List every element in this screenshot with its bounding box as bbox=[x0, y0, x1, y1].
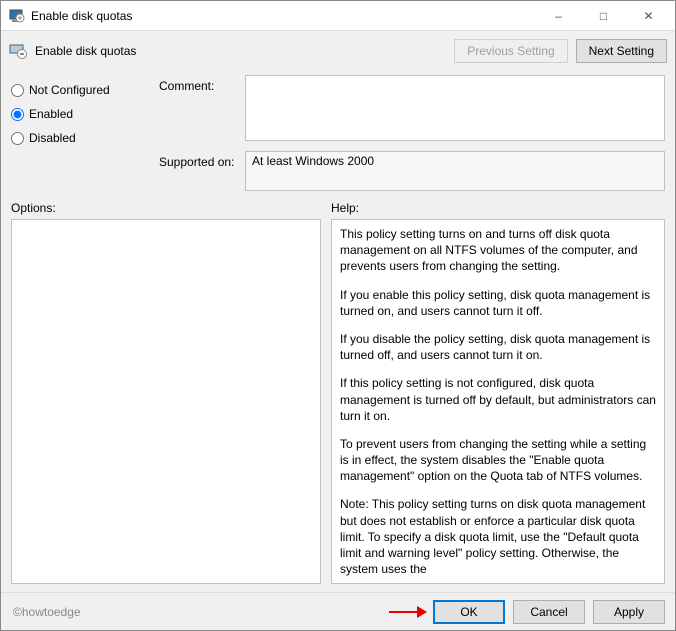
radio-enabled-input[interactable] bbox=[11, 108, 24, 121]
policy-icon bbox=[9, 8, 25, 24]
ok-button[interactable]: OK bbox=[433, 600, 505, 624]
state-radio-group: Not Configured Enabled Disabled bbox=[11, 75, 153, 191]
footer: ©howtoedge OK Cancel Apply bbox=[1, 592, 675, 630]
radio-not-configured-label: Not Configured bbox=[29, 83, 110, 97]
help-paragraph: If you disable the policy setting, disk … bbox=[340, 331, 656, 363]
comment-textarea[interactable] bbox=[245, 75, 665, 141]
panel-labels: Options: Help: bbox=[1, 199, 675, 219]
radio-disabled-label: Disabled bbox=[29, 131, 76, 145]
previous-setting-button[interactable]: Previous Setting bbox=[454, 39, 567, 63]
minimize-button[interactable]: – bbox=[536, 2, 581, 30]
radio-not-configured[interactable]: Not Configured bbox=[11, 83, 153, 97]
help-paragraph: To prevent users from changing the setti… bbox=[340, 436, 656, 485]
options-label: Options: bbox=[11, 201, 331, 215]
header-strip: Enable disk quotas Previous Setting Next… bbox=[1, 31, 675, 71]
radio-not-configured-input[interactable] bbox=[11, 84, 24, 97]
help-paragraph: If this policy setting is not configured… bbox=[340, 375, 656, 424]
apply-button[interactable]: Apply bbox=[593, 600, 665, 624]
supported-on-box: At least Windows 2000 bbox=[245, 151, 665, 191]
config-area: Not Configured Enabled Disabled Comment:… bbox=[1, 71, 675, 199]
supported-on-text: At least Windows 2000 bbox=[252, 154, 374, 168]
options-panel bbox=[11, 219, 321, 584]
policy-title: Enable disk quotas bbox=[35, 44, 136, 58]
annotation-arrow bbox=[389, 606, 427, 618]
cancel-button[interactable]: Cancel bbox=[513, 600, 585, 624]
policy-dialog-window: Enable disk quotas – □ ✕ Enable disk quo… bbox=[0, 0, 676, 631]
radio-enabled[interactable]: Enabled bbox=[11, 107, 153, 121]
help-label: Help: bbox=[331, 201, 359, 215]
watermark-text: ©howtoedge bbox=[13, 605, 81, 619]
supported-on-label: Supported on: bbox=[159, 151, 239, 191]
help-paragraph: This policy setting turns on and turns o… bbox=[340, 226, 656, 275]
radio-enabled-label: Enabled bbox=[29, 107, 73, 121]
help-paragraph: Note: This policy setting turns on disk … bbox=[340, 496, 656, 577]
help-paragraph: If you enable this policy setting, disk … bbox=[340, 287, 656, 319]
comment-label: Comment: bbox=[159, 75, 239, 141]
help-panel[interactable]: This policy setting turns on and turns o… bbox=[331, 219, 665, 584]
close-button[interactable]: ✕ bbox=[626, 2, 671, 30]
panels-row: This policy setting turns on and turns o… bbox=[1, 219, 675, 592]
window-title: Enable disk quotas bbox=[31, 9, 132, 23]
radio-disabled-input[interactable] bbox=[11, 132, 24, 145]
policy-icon bbox=[9, 42, 27, 60]
maximize-button[interactable]: □ bbox=[581, 2, 626, 30]
radio-disabled[interactable]: Disabled bbox=[11, 131, 153, 145]
next-setting-button[interactable]: Next Setting bbox=[576, 39, 667, 63]
titlebar: Enable disk quotas – □ ✕ bbox=[1, 1, 675, 31]
